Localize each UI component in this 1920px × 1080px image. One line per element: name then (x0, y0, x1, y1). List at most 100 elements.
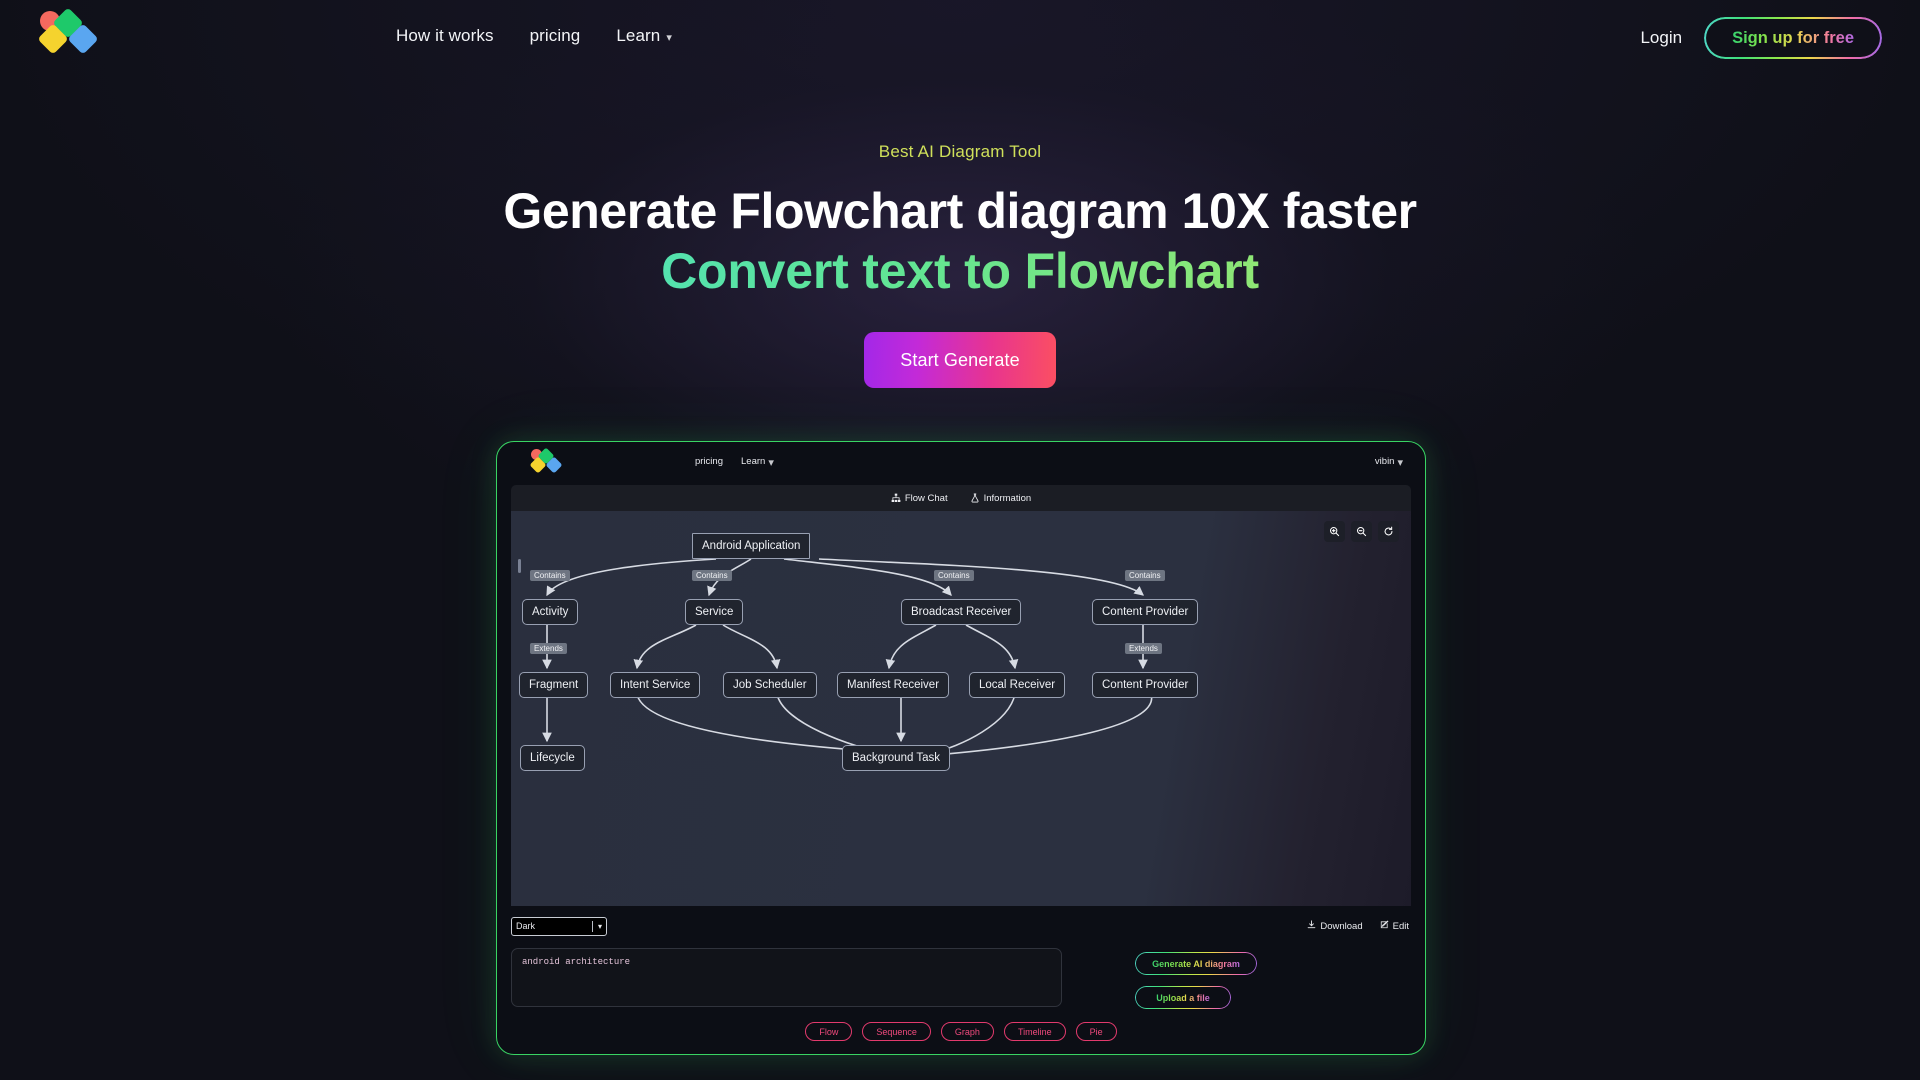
brand-logo[interactable] (37, 7, 99, 67)
sign-up-button[interactable]: Sign up for free (1704, 17, 1882, 59)
app-preview-window: pricing Learn ▾ vibin ▾ Flow Chat Inform… (496, 441, 1426, 1055)
app-nav-links: pricing Learn ▾ (695, 455, 774, 469)
reset-icon[interactable] (1378, 521, 1399, 542)
diagram-node-manifest-receiver[interactable]: Manifest Receiver (837, 672, 950, 698)
generate-ai-diagram-button[interactable]: Generate AI diagram (1135, 952, 1257, 975)
top-navigation-bar: How it works pricing Learn ▾ Login Sign … (0, 0, 1920, 82)
generate-ai-diagram-label: Generate AI diagram (1152, 958, 1240, 969)
select-divider (591, 920, 593, 932)
prompt-side-actions: Generate AI diagram Upload a file (1135, 948, 1257, 1009)
canvas-toolbar: Dark ▾ Download Edit (511, 906, 1411, 946)
node-label: Content Provider (1102, 606, 1189, 618)
edge-label-contains-activity: Contains (530, 570, 570, 581)
chevron-down-icon: ▾ (1397, 457, 1403, 469)
canvas-toolbar-actions: Download Edit (1307, 920, 1409, 932)
landing-page: How it works pricing Learn ▾ Login Sign … (0, 0, 1920, 1080)
tab-label: Flow Chat (904, 492, 948, 504)
nav-item-label: How it works (396, 26, 494, 45)
pill-flow[interactable]: Flow (805, 1022, 853, 1041)
diagram-node-content-provider-2[interactable]: Content Provider (1092, 672, 1199, 698)
pill-graph[interactable]: Graph (940, 1022, 994, 1041)
download-button[interactable]: Download (1307, 920, 1363, 932)
prompt-row: android architecture Generate AI diagram… (511, 946, 1411, 1009)
prompt-textarea[interactable]: android architecture (511, 948, 1062, 1007)
app-user-menu[interactable]: vibin ▾ (1374, 455, 1403, 469)
diagram-node-background-task[interactable]: Background Task (842, 745, 951, 771)
app-nav-item-label: pricing (695, 456, 723, 467)
node-label: Lifecycle (530, 752, 575, 764)
diagram-node-intent-service[interactable]: Intent Service (610, 672, 701, 698)
diagram-node-fragment[interactable]: Fragment (519, 672, 589, 698)
node-label: Service (695, 606, 734, 618)
edge-label-contains-service: Contains (692, 570, 732, 581)
start-generate-button[interactable]: Start Generate (864, 332, 1056, 388)
node-label: Manifest Receiver (847, 679, 940, 691)
edge-label-contains-broadcast: Contains (934, 570, 974, 581)
nav-item-learn[interactable]: Learn ▾ (616, 26, 672, 46)
edit-label: Edit (1392, 920, 1409, 932)
download-label: Download (1320, 920, 1363, 932)
diagram-node-content-provider[interactable]: Content Provider (1092, 599, 1199, 625)
diagram-node-broadcast-receiver[interactable]: Broadcast Receiver (901, 599, 1022, 625)
edge-label-extends-fragment: Extends (530, 643, 567, 654)
node-label: Local Receiver (979, 679, 1056, 691)
tab-label: Information (983, 492, 1032, 504)
flask-icon (970, 493, 980, 503)
theme-select-value: Dark (516, 921, 536, 931)
upload-a-file-label: Upload a file (1156, 992, 1210, 1003)
theme-select[interactable]: Dark ▾ (511, 916, 607, 936)
diagram-node-lifecycle[interactable]: Lifecycle (520, 745, 585, 771)
diagram-canvas[interactable]: Android Application Activity Service Bro… (511, 511, 1411, 906)
diagram-node-local-receiver[interactable]: Local Receiver (969, 672, 1066, 698)
chevron-down-icon: ▾ (666, 31, 672, 44)
app-nav-item-label: Learn (741, 456, 766, 467)
tab-flow-chat[interactable]: Flow Chat (891, 493, 948, 504)
diagram-node-service[interactable]: Service (685, 599, 744, 625)
pill-sequence[interactable]: Sequence (862, 1022, 931, 1041)
diagram-node-activity[interactable]: Activity (522, 599, 579, 625)
tab-information[interactable]: Information (970, 492, 1032, 504)
hero-cta-wrapper: Start Generate (0, 332, 1920, 388)
nav-item-how-it-works[interactable]: How it works (396, 26, 494, 46)
nav-item-pricing[interactable]: pricing (530, 26, 581, 46)
node-label: Job Scheduler (733, 679, 807, 691)
nav-item-label: Learn (616, 26, 661, 45)
sign-up-button-label: Sign up for free (1732, 28, 1854, 47)
app-nav-item-pricing[interactable]: pricing (695, 455, 723, 468)
node-label: Activity (532, 606, 569, 618)
pill-pie[interactable]: Pie (1075, 1022, 1117, 1041)
login-link[interactable]: Login (1634, 28, 1688, 48)
nav-item-label: pricing (529, 26, 581, 45)
edit-button[interactable]: Edit (1380, 920, 1409, 932)
download-icon (1307, 920, 1316, 932)
zoom-out-icon[interactable] (1351, 521, 1372, 542)
node-label: Content Provider (1102, 679, 1189, 691)
app-navigation-bar: pricing Learn ▾ vibin ▾ (497, 442, 1425, 485)
app-nav-item-learn[interactable]: Learn ▾ (741, 455, 774, 469)
diagram-type-pills: Flow Sequence Graph Timeline Pie (511, 1009, 1411, 1041)
edge-label-contains-content: Contains (1125, 570, 1165, 581)
node-label: Broadcast Receiver (911, 606, 1012, 618)
app-brand-logo[interactable] (529, 447, 563, 479)
zoom-in-icon[interactable] (1324, 521, 1345, 542)
hero-headline: Generate Flowchart diagram 10X faster (503, 183, 1417, 239)
chevron-down-icon: ▾ (597, 921, 602, 931)
nav-links: How it works pricing Learn ▾ (396, 26, 672, 46)
canvas-zoom-controls (1324, 521, 1399, 542)
sitemap-icon (891, 493, 901, 503)
nav-actions: Login Sign up for free (1634, 17, 1882, 59)
hero-eyebrow: Best AI Diagram Tool (878, 142, 1042, 161)
node-label: Background Task (852, 752, 941, 764)
diagram-node-android-application[interactable]: Android Application (692, 533, 811, 559)
hero-subheadline: Convert text to Flowchart (0, 242, 1920, 301)
edit-icon (1380, 920, 1389, 932)
node-label: Android Application (702, 540, 801, 552)
app-user-name: vibin (1374, 456, 1395, 467)
node-label: Intent Service (620, 679, 691, 691)
edge-label-extends-content: Extends (1125, 643, 1162, 654)
chevron-down-icon: ▾ (768, 457, 774, 469)
pill-timeline[interactable]: Timeline (1003, 1022, 1066, 1041)
upload-a-file-button[interactable]: Upload a file (1135, 986, 1231, 1009)
diagram-node-job-scheduler[interactable]: Job Scheduler (723, 672, 817, 698)
node-label: Fragment (529, 679, 579, 691)
